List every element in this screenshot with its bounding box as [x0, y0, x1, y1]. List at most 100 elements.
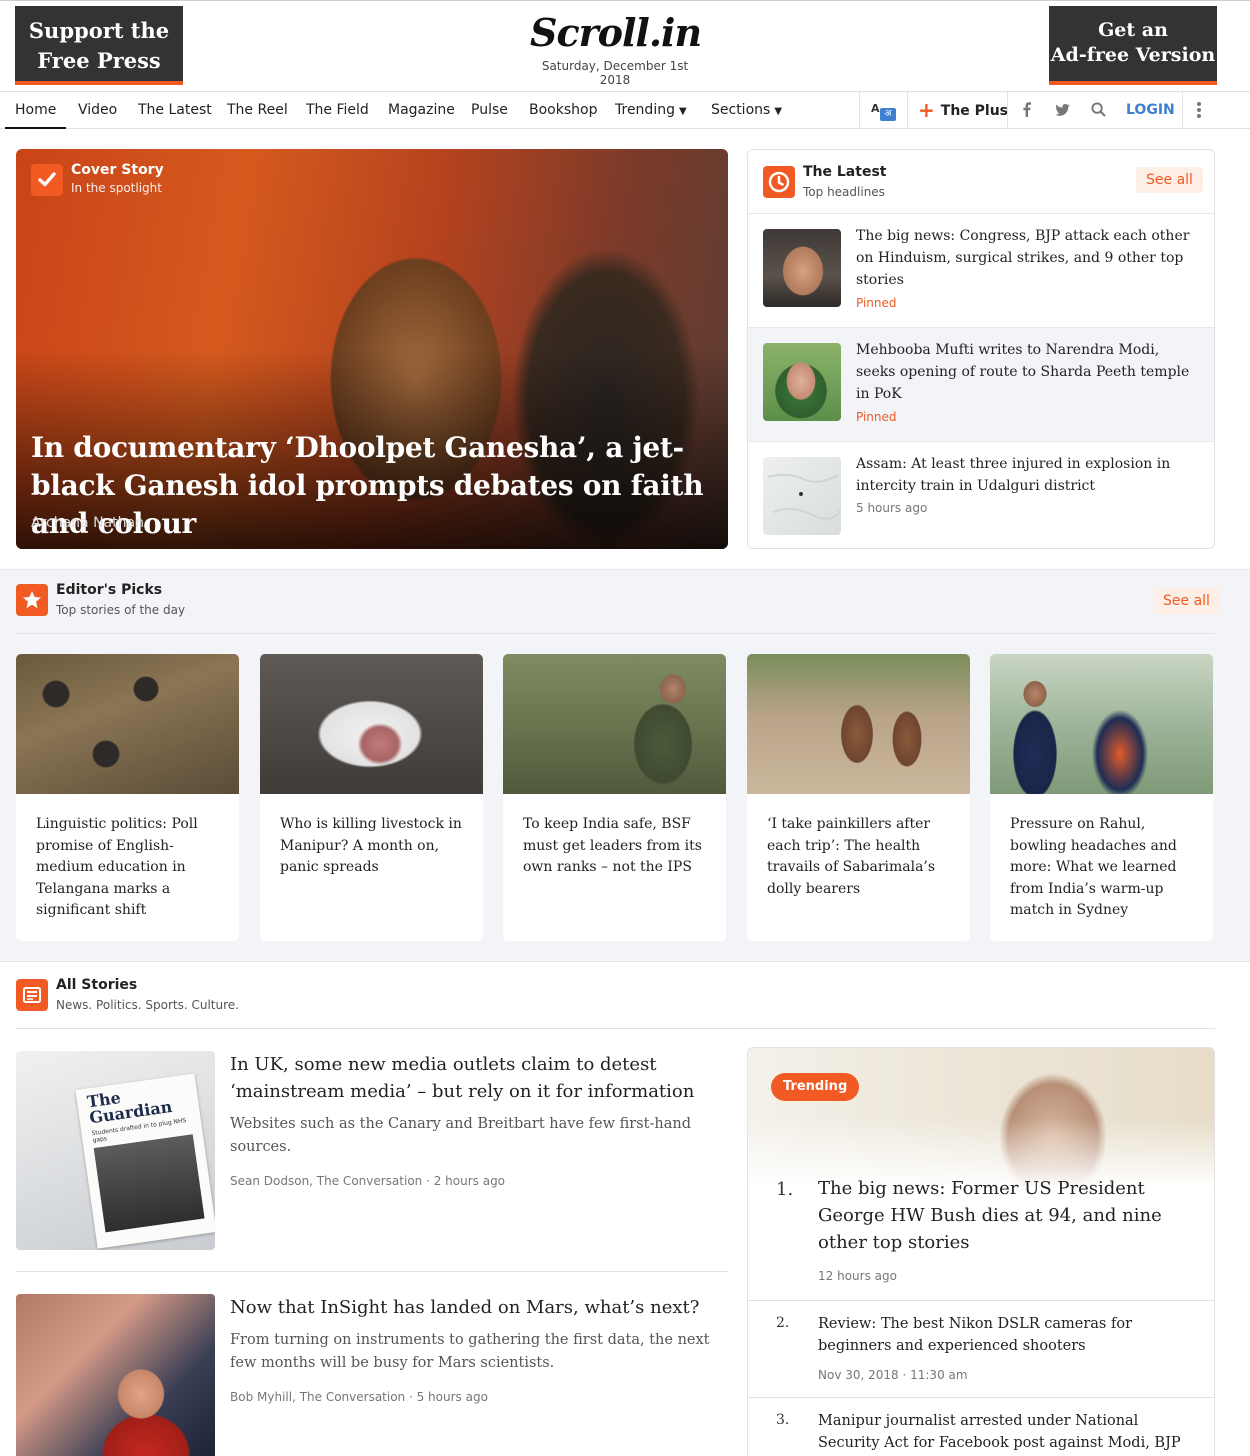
nav-pulse[interactable]: Pulse [471, 92, 508, 129]
logo-wordmark: Scroll.in [530, 10, 702, 55]
editors-pick-card[interactable]: ‘I take painkillers after each trip’: Th… [747, 654, 970, 941]
trending-title[interactable]: Manipur journalist arrested under Nation… [818, 1410, 1193, 1454]
lang-a-glyph: A [871, 102, 880, 115]
latest-item-title[interactable]: Mehbooba Mufti writes to Narendra Modi, … [856, 339, 1191, 405]
facebook-icon[interactable] [1016, 92, 1036, 129]
nav-sections[interactable]: Sections ▼ [711, 92, 782, 129]
card-image [990, 654, 1213, 794]
story-title[interactable]: Now that InSight has landed on Mars, wha… [230, 1294, 725, 1321]
support-line-1: Support the [28, 18, 170, 43]
latest-subtitle: Top headlines [803, 185, 885, 199]
newspaper-photo [93, 1134, 205, 1233]
clock-icon [763, 166, 795, 198]
support-line-2: Free Press [37, 48, 161, 73]
nav-the-field[interactable]: The Field [306, 92, 369, 129]
latest-thumb [763, 343, 841, 421]
card-title[interactable]: Pressure on Rahul, bowling headaches and… [1010, 814, 1200, 922]
nav-the-latest[interactable]: The Latest [138, 92, 212, 129]
card-title[interactable]: Who is killing livestock in Manipur? A m… [280, 814, 470, 879]
nav-video[interactable]: Video [78, 92, 117, 129]
latest-item-meta: 5 hours ago [856, 501, 928, 515]
nav-the-reel[interactable]: The Reel [227, 92, 288, 129]
card-title[interactable]: Linguistic politics: Poll promise of Eng… [36, 814, 226, 922]
cover-kicker: Cover Story In the spotlight [71, 162, 164, 195]
support-free-press-button[interactable]: Support the Free Press [15, 6, 183, 85]
trending-divider [748, 1397, 1214, 1398]
card-title[interactable]: To keep India safe, BSF must get leaders… [523, 814, 713, 879]
latest-item-meta: Pinned [856, 296, 897, 310]
latest-item-title[interactable]: The big news: Congress, BJP attack each … [856, 225, 1191, 291]
story-meta: Sean Dodson, The Conversation · 2 hours … [230, 1174, 506, 1188]
ad-free-version-button[interactable]: Get an Ad-free Version [1049, 6, 1217, 85]
editors-pick-card[interactable]: To keep India safe, BSF must get leaders… [503, 654, 726, 941]
latest-item-title[interactable]: Assam: At least three injured in explosi… [856, 453, 1191, 497]
story-title[interactable]: In UK, some new media outlets claim to d… [230, 1051, 725, 1105]
card-image [747, 654, 970, 794]
checkmark-icon [31, 164, 63, 196]
story-meta: Bob Myhill, The Conversation · 5 hours a… [230, 1390, 488, 1404]
lang-hindi-glyph: अ [880, 108, 896, 121]
editors-picks-see-all-button[interactable]: See all [1153, 588, 1220, 614]
trending-meta: 12 hours ago [818, 1269, 897, 1283]
card-title[interactable]: ‘I take painkillers after each trip’: Th… [767, 814, 957, 900]
editors-pick-card[interactable]: Who is killing livestock in Manipur? A m… [260, 654, 483, 941]
card-image [503, 654, 726, 794]
editors-picks-subtitle: Top stories of the day [56, 603, 186, 617]
trending-number: 2. [776, 1315, 790, 1331]
story-divider [16, 1271, 728, 1272]
latest-title: The Latest [803, 164, 887, 180]
chevron-down-icon: ▼ [774, 106, 783, 117]
header-date: Saturday, December 1st 2018 [541, 59, 689, 87]
editors-pick-card[interactable]: Pressure on Rahul, bowling headaches and… [990, 654, 1213, 941]
search-icon[interactable] [1088, 92, 1108, 129]
nav-bookshop[interactable]: Bookshop [529, 92, 597, 129]
card-image [16, 654, 239, 794]
top-border [0, 0, 1250, 1]
language-icon[interactable]: A अ [871, 102, 897, 121]
nav-trending-label: Trending [615, 102, 675, 118]
trending-number: 3. [776, 1412, 790, 1428]
latest-panel: The Latest Top headlines See all The big… [747, 149, 1215, 549]
story-image [16, 1294, 215, 1456]
editors-pick-card[interactable]: Linguistic politics: Poll promise of Eng… [16, 654, 239, 941]
nav-separator [1182, 92, 1183, 129]
trending-divider [748, 1300, 1214, 1301]
main-nav: Home Video The Latest The Reel The Field… [0, 91, 1250, 129]
site-logo[interactable]: Scroll.in Saturday, December 1st 2018 [530, 10, 702, 87]
cover-kicker-subtitle: In the spotlight [71, 181, 162, 195]
login-button[interactable]: LOGIN [1126, 92, 1175, 128]
newspaper-graphic: The Guardian Students drafted in to plug … [75, 1073, 215, 1249]
trending-hero-image [748, 1048, 1214, 1188]
cover-kicker-title: Cover Story [71, 162, 164, 178]
cover-author[interactable]: Archana Nathan [31, 515, 144, 531]
more-icon[interactable] [1197, 102, 1201, 120]
adfree-line-2: Ad-free Version [1050, 44, 1216, 66]
adfree-line-1: Get an [1098, 19, 1168, 41]
story-item[interactable]: Now that InSight has landed on Mars, wha… [16, 1294, 728, 1456]
latest-see-all-button[interactable]: See all [1136, 167, 1203, 193]
the-plus-link[interactable]: + The Plus [918, 92, 1008, 129]
latest-item[interactable]: The big news: Congress, BJP attack each … [748, 213, 1214, 328]
trending-title[interactable]: Review: The best Nikon DSLR cameras for … [818, 1313, 1193, 1357]
the-plus-label: The Plus [940, 103, 1009, 119]
nav-sections-label: Sections [711, 102, 771, 118]
latest-item[interactable]: Assam: At least three injured in explosi… [748, 441, 1214, 548]
section-divider [16, 1028, 1215, 1029]
trending-number: 1. [776, 1179, 794, 1200]
latest-item[interactable]: Mehbooba Mufti writes to Narendra Modi, … [748, 327, 1214, 442]
cover-story[interactable]: Cover Story In the spotlight In document… [16, 149, 728, 549]
section-divider [16, 633, 1215, 634]
nav-separator [907, 92, 908, 129]
nav-magazine[interactable]: Magazine [388, 92, 455, 129]
nav-home[interactable]: Home [5, 92, 67, 129]
story-item[interactable]: The Guardian Students drafted in to plug … [16, 1051, 728, 1251]
nav-trending[interactable]: Trending ▼ [615, 92, 687, 129]
editors-picks-title: Editor's Picks [56, 582, 163, 598]
chevron-down-icon: ▼ [678, 106, 687, 117]
news-list-icon [16, 979, 48, 1011]
twitter-icon[interactable] [1052, 92, 1072, 129]
latest-thumb [763, 229, 841, 307]
latest-thumb-map [763, 457, 841, 535]
story-description: From turning on instruments to gathering… [230, 1332, 710, 1371]
trending-title[interactable]: The big news: Former US President George… [818, 1175, 1193, 1256]
